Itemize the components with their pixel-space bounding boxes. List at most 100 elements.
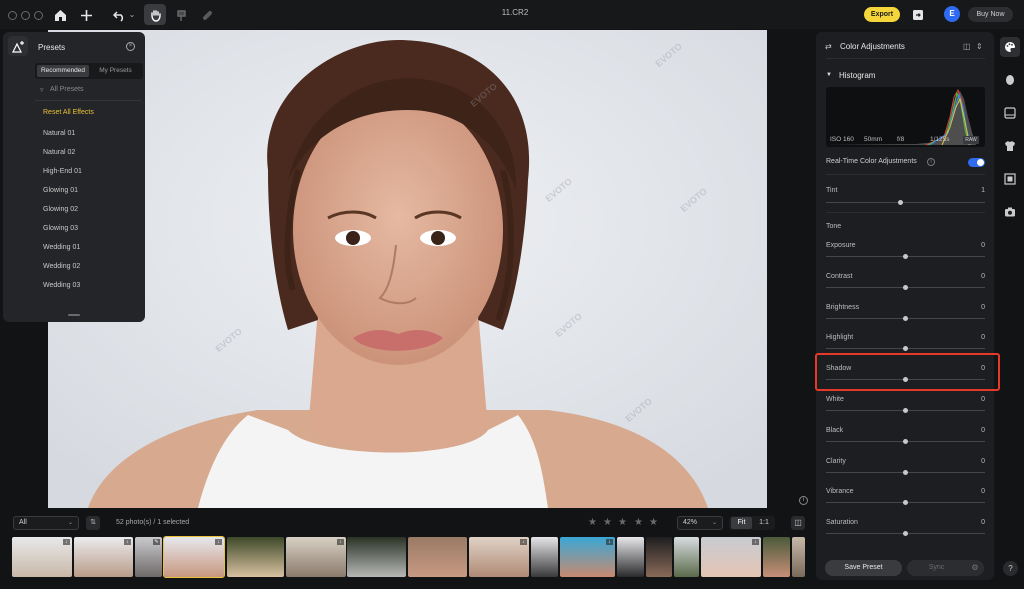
slider-value-white[interactable]: 0 xyxy=(960,396,985,403)
realtime-toggle[interactable] xyxy=(968,158,985,167)
preset-item-natural-01[interactable]: Natural 01 xyxy=(43,130,75,137)
photo-canvas[interactable]: EVOTO EVOTO EVOTO EVOTO EVOTO EVOTO EVOT… xyxy=(48,30,767,508)
preset-item-glowing-02[interactable]: Glowing 02 xyxy=(43,206,78,213)
sort-icon[interactable]: ⇅ xyxy=(86,516,100,530)
filmstrip-thumbnail[interactable] xyxy=(531,537,558,577)
home-icon[interactable] xyxy=(51,6,69,24)
maximize-window-button[interactable] xyxy=(34,11,43,20)
slider-knob-clarity[interactable] xyxy=(903,470,908,475)
filmstrip-thumbnail[interactable]: ✎ xyxy=(135,537,162,577)
slider-label-black: Black xyxy=(826,427,844,434)
filmstrip-thumbnail[interactable] xyxy=(646,537,672,577)
download-icon: ↓ xyxy=(124,539,131,545)
rating-star-icon[interactable]: ★ xyxy=(649,517,658,528)
rating-star-icon[interactable]: ★ xyxy=(634,517,643,528)
slider-value-vibrance[interactable]: 0 xyxy=(960,488,985,495)
face-retouch-icon[interactable] xyxy=(1000,70,1020,90)
slider-value-clarity[interactable]: 0 xyxy=(960,458,985,465)
export-button[interactable]: Export xyxy=(864,7,900,22)
sync-button[interactable]: Sync xyxy=(907,560,966,576)
zoom-select[interactable]: 42% ⌄ xyxy=(677,516,723,530)
download-icon: ↓ xyxy=(606,539,613,545)
palette-icon[interactable] xyxy=(1000,37,1020,57)
expand-collapse-icon[interactable]: ⇕ xyxy=(976,42,983,51)
filmstrip-thumbnail[interactable] xyxy=(763,537,790,577)
slider-value-exposure[interactable]: 0 xyxy=(960,242,985,249)
download-icon: ↓ xyxy=(215,539,222,545)
slider-knob-vibrance[interactable] xyxy=(903,500,908,505)
slider-knob-white[interactable] xyxy=(903,408,908,413)
slider-value-brightness[interactable]: 0 xyxy=(960,304,985,311)
filter-icon[interactable]: ▿ xyxy=(40,86,44,94)
filmstrip-thumbnail[interactable] xyxy=(674,537,699,577)
user-avatar[interactable]: E xyxy=(944,6,960,22)
compare-view-icon[interactable]: ◫ xyxy=(791,516,805,530)
preset-item-glowing-03[interactable]: Glowing 03 xyxy=(43,225,78,232)
clothing-icon[interactable] xyxy=(1000,136,1020,156)
filmstrip-thumbnail[interactable]: ↓ xyxy=(469,537,529,577)
sync-settings-icon[interactable]: ⚙ xyxy=(966,560,984,576)
rating-star-icon[interactable]: ★ xyxy=(603,517,612,528)
slider-track-tint[interactable] xyxy=(826,202,985,203)
retouch-brush-icon[interactable] xyxy=(172,6,190,24)
add-icon[interactable] xyxy=(77,6,95,24)
background-icon[interactable] xyxy=(1000,103,1020,123)
preset-item-wedding-01[interactable]: Wedding 01 xyxy=(43,244,80,251)
filmstrip-thumbnail[interactable]: ↓ xyxy=(12,537,72,577)
filmstrip-thumbnail[interactable] xyxy=(617,537,644,577)
slider-value-contrast[interactable]: 0 xyxy=(960,273,985,280)
filmstrip-thumbnail-selected[interactable]: ↓ xyxy=(163,536,225,578)
slider-value-saturation[interactable]: 0 xyxy=(960,519,985,526)
slider-knob-black[interactable] xyxy=(903,439,908,444)
close-window-button[interactable] xyxy=(8,11,17,20)
tab-recommended[interactable]: Recommended xyxy=(37,65,89,77)
fit-button[interactable]: Fit xyxy=(731,517,752,529)
reset-all-effects[interactable]: Reset All Effects xyxy=(43,109,94,116)
preset-item-natural-02[interactable]: Natural 02 xyxy=(43,149,75,156)
preset-item-high-end-01[interactable]: High-End 01 xyxy=(43,168,82,175)
info-icon[interactable]: i xyxy=(927,158,935,166)
crop-icon[interactable] xyxy=(1000,169,1020,189)
preset-item-wedding-03[interactable]: Wedding 03 xyxy=(43,282,80,289)
tab-my-presets[interactable]: My Presets xyxy=(90,65,141,77)
slider-knob-tint[interactable] xyxy=(898,200,903,205)
filmstrip-thumbnail[interactable]: ↓ xyxy=(74,537,133,577)
rating-star-icon[interactable]: ★ xyxy=(618,517,627,528)
one-to-one-button[interactable]: 1:1 xyxy=(754,517,774,529)
rating-star-icon[interactable]: ★ xyxy=(588,517,597,528)
preset-item-glowing-01[interactable]: Glowing 01 xyxy=(43,187,78,194)
help-button[interactable]: ? xyxy=(1003,561,1018,576)
filmstrip-thumbnail[interactable] xyxy=(347,537,406,577)
slider-value-black[interactable]: 0 xyxy=(960,427,985,434)
info-icon[interactable]: i xyxy=(799,496,808,505)
hand-icon[interactable] xyxy=(146,6,164,24)
slider-knob-contrast[interactable] xyxy=(903,285,908,290)
realtime-label: Real-Time Color Adjustments xyxy=(826,158,917,165)
preset-filter-dropdown[interactable]: All Presets xyxy=(50,86,83,93)
split-view-icon[interactable]: ◫ xyxy=(963,42,971,51)
filmstrip-thumbnail[interactable] xyxy=(792,537,805,577)
filmstrip-thumbnail[interactable]: ↓ xyxy=(701,537,761,577)
close-presets-icon[interactable]: × xyxy=(126,42,135,51)
preset-item-wedding-02[interactable]: Wedding 02 xyxy=(43,263,80,270)
collapse-caret-icon[interactable]: ▼ xyxy=(826,72,832,78)
slider-knob-brightness[interactable] xyxy=(903,316,908,321)
filmstrip-thumbnail[interactable] xyxy=(408,537,467,577)
slider-value-highlight[interactable]: 0 xyxy=(960,334,985,341)
minimize-window-button[interactable] xyxy=(21,11,30,20)
buy-now-button[interactable]: Buy Now xyxy=(968,7,1013,22)
slider-knob-highlight[interactable] xyxy=(903,346,908,351)
slider-knob-exposure[interactable] xyxy=(903,254,908,259)
presets-tool-icon-overlay[interactable] xyxy=(8,36,28,56)
batch-export-icon[interactable] xyxy=(909,6,927,24)
filmstrip-thumbnail[interactable] xyxy=(227,537,284,577)
slider-knob-saturation[interactable] xyxy=(903,531,908,536)
camera-icon[interactable] xyxy=(1000,202,1020,222)
undo-chevron-down-icon[interactable]: ⌄ xyxy=(123,6,141,24)
save-preset-button[interactable]: Save Preset xyxy=(825,560,902,576)
filmstrip-filter-select[interactable]: All ⌄ xyxy=(13,516,79,530)
bandage-icon[interactable] xyxy=(198,6,216,24)
panel-resize-handle[interactable] xyxy=(68,314,80,316)
filmstrip-thumbnail[interactable]: ↓ xyxy=(286,537,346,577)
filmstrip-thumbnail[interactable]: ↓ xyxy=(560,537,615,577)
